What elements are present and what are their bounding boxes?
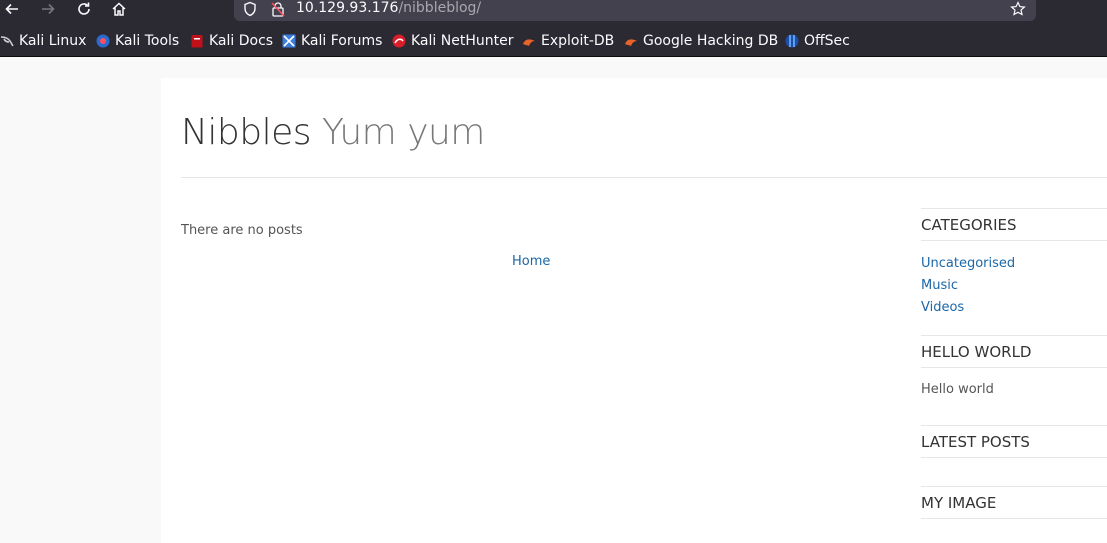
pager-home-link[interactable]: Home xyxy=(512,254,550,269)
back-button[interactable] xyxy=(1,0,23,18)
bookmark-label: Kali Tools xyxy=(115,33,180,49)
plugin-title: CATEGORIES xyxy=(921,208,1107,241)
site-name: Nibbles xyxy=(181,112,312,153)
category-link-music[interactable]: Music xyxy=(921,278,958,293)
plugin-hello-world: HELLO WORLD Hello world xyxy=(921,335,1107,425)
category-link-videos[interactable]: Videos xyxy=(921,300,964,315)
no-posts-message: There are no posts xyxy=(181,223,303,238)
bookmark-kali-tools[interactable]: Kali Tools xyxy=(96,32,179,50)
plugin-body xyxy=(921,458,1107,486)
forward-arrow-icon xyxy=(42,3,55,15)
bookmark-exploit-db[interactable]: Exploit-DB xyxy=(522,32,614,50)
site-title: Nibbles Yum yum xyxy=(181,112,485,153)
forward-button[interactable] xyxy=(37,0,59,18)
google-hacking-db-icon xyxy=(625,39,637,46)
browser-toolbar: 10.129.93.176/nibbleblog/ xyxy=(0,0,1107,24)
bookmark-kali-forums[interactable]: Kali Forums xyxy=(282,32,382,50)
plugin-my-image: MY IMAGE xyxy=(921,486,1107,519)
bookmark-label: Kali Linux xyxy=(19,33,87,49)
bookmark-label: OffSec xyxy=(804,33,850,49)
sidebar: CATEGORIES Uncategorised Music Videos HE… xyxy=(921,208,1107,519)
back-arrow-icon xyxy=(5,3,18,15)
plugin-title: LATEST POSTS xyxy=(921,425,1107,458)
category-link-uncategorised[interactable]: Uncategorised xyxy=(921,256,1015,271)
bookmarks-toolbar: Kali Linux Kali Tools Kali Docs Kali For… xyxy=(0,24,1107,57)
bookmark-kali-docs[interactable]: Kali Docs xyxy=(190,32,273,50)
url-bar[interactable]: 10.129.93.176/nibbleblog/ xyxy=(234,0,1036,21)
bookmark-kali-nethunter[interactable]: Kali NetHunter xyxy=(392,32,513,50)
offsec-icon xyxy=(785,34,799,48)
bookmark-label: Kali NetHunter xyxy=(411,33,514,49)
plugin-title: MY IMAGE xyxy=(921,486,1107,519)
reload-button[interactable] xyxy=(73,0,95,18)
list-item: Music xyxy=(921,275,1107,297)
url-text[interactable]: 10.129.93.176/nibbleblog/ xyxy=(296,0,481,16)
list-item: Uncategorised xyxy=(921,253,1107,275)
shield-icon[interactable] xyxy=(242,1,258,17)
kali-nethunter-icon xyxy=(392,34,406,48)
home-button[interactable] xyxy=(108,0,130,18)
bookmark-label: Google Hacking DB xyxy=(643,33,779,49)
kali-forums-icon xyxy=(282,34,296,48)
plugin-categories: CATEGORIES Uncategorised Music Videos xyxy=(921,208,1107,335)
url-path: /nibbleblog/ xyxy=(398,0,482,16)
bookmark-offsec[interactable]: OffSec xyxy=(785,32,850,50)
list-item: Videos xyxy=(921,297,1107,319)
bookmark-star-icon[interactable] xyxy=(1010,1,1026,17)
category-list: Uncategorised Music Videos xyxy=(921,241,1107,335)
plugin-text: Hello world xyxy=(921,382,994,397)
kali-docs-icon xyxy=(191,35,203,48)
bookmark-google-hacking-db[interactable]: Google Hacking DB xyxy=(624,32,778,50)
site-slogan: Yum yum xyxy=(322,112,485,153)
page-viewport: Nibbles Yum yum There are no posts Home … xyxy=(0,57,1107,543)
url-host: 10.129.93.176 xyxy=(296,0,399,16)
home-icon xyxy=(112,2,126,16)
exploit-db-icon xyxy=(523,39,535,46)
plugin-title: HELLO WORLD xyxy=(921,335,1107,368)
bookmark-label: Kali Docs xyxy=(209,33,274,49)
insecure-lock-icon[interactable] xyxy=(270,1,286,17)
bookmark-label: Kali Forums xyxy=(301,33,383,49)
header-divider xyxy=(181,177,1107,178)
bookmark-label: Exploit-DB xyxy=(541,33,615,49)
kali-dragon-icon xyxy=(0,36,14,47)
reload-icon xyxy=(78,2,90,15)
plugin-latest-posts: LATEST POSTS xyxy=(921,425,1107,486)
kali-tools-icon xyxy=(96,34,110,48)
blog-container: Nibbles Yum yum There are no posts Home … xyxy=(161,78,1107,543)
bookmark-kali-linux[interactable]: Kali Linux xyxy=(0,32,86,50)
